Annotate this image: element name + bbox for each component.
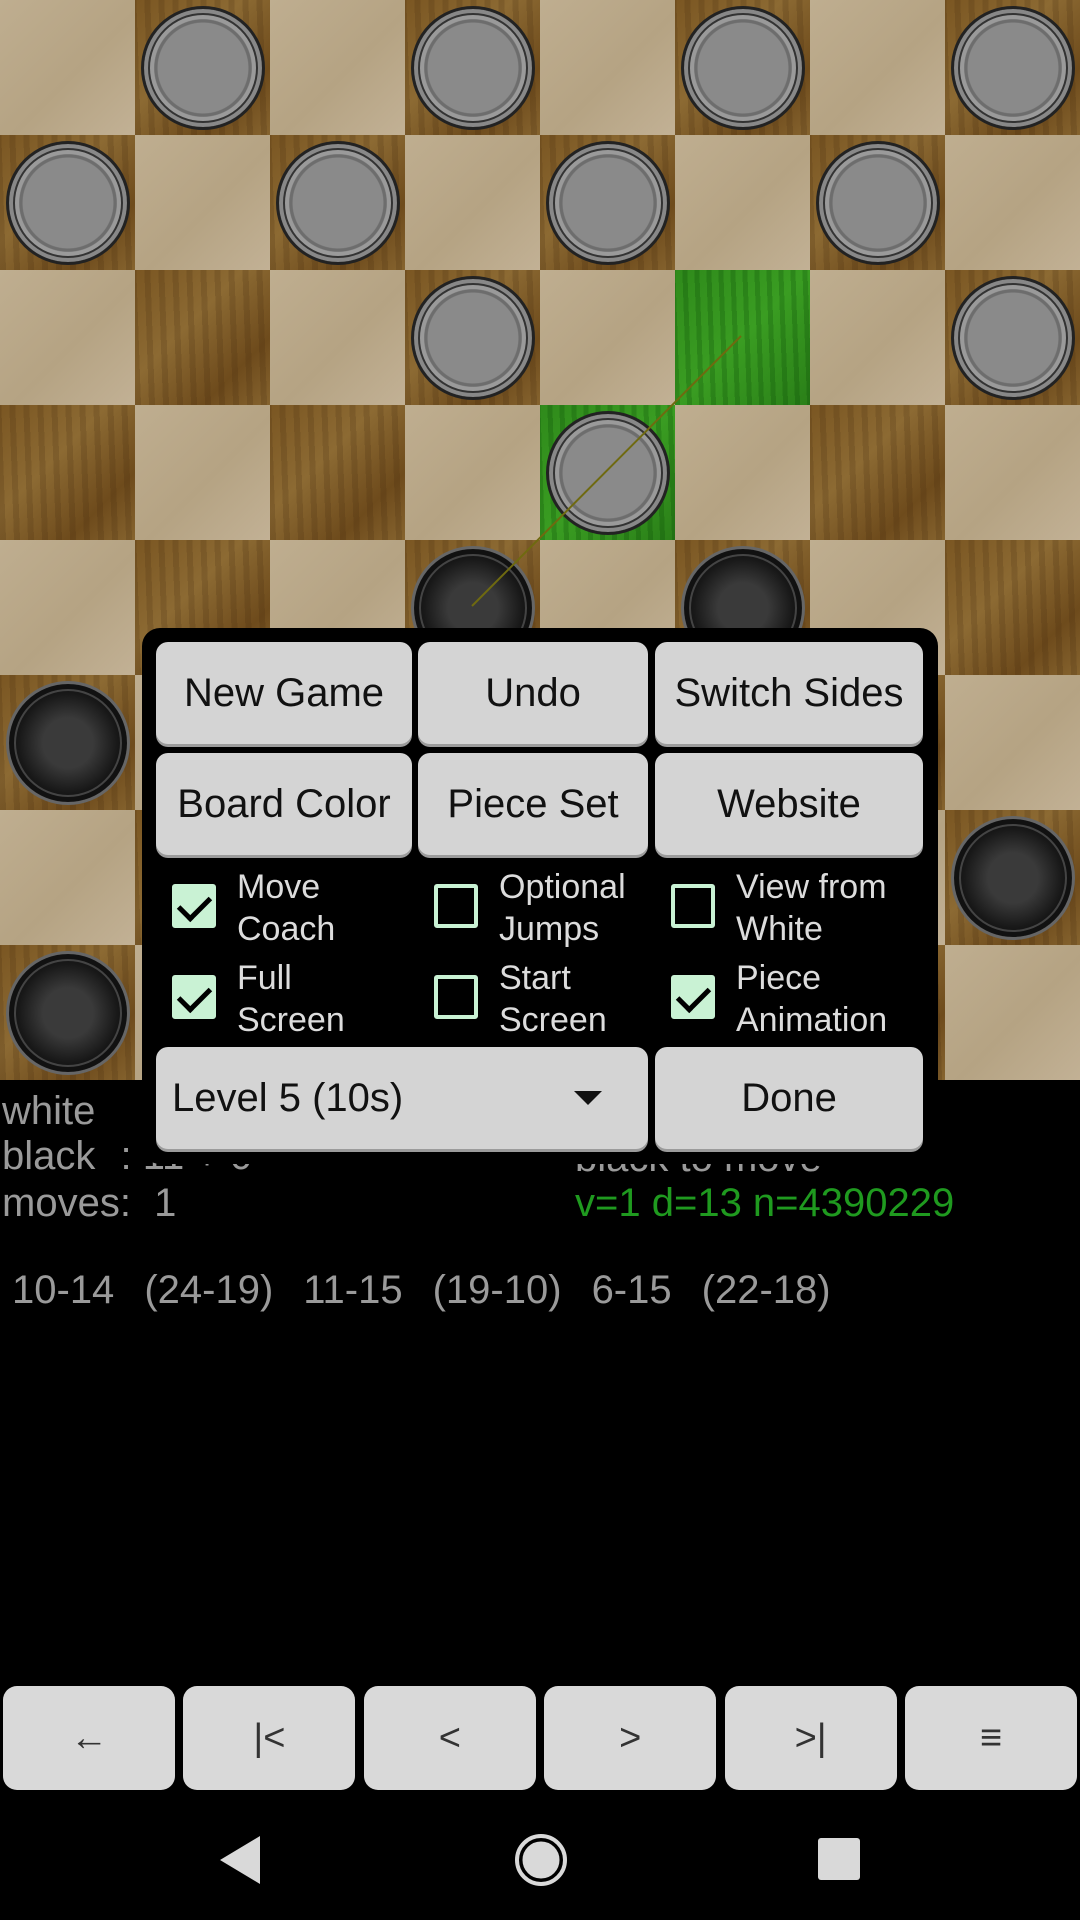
prev-move-button[interactable]: <: [363, 1686, 536, 1790]
move-entry: 10-14: [12, 1268, 115, 1312]
options-dialog: New Game Undo Switch Sides Board Color P…: [142, 628, 938, 1164]
start-screen-label: Start Screen: [499, 959, 607, 1039]
white-label: white: [2, 1089, 96, 1133]
board-square[interactable]: [810, 405, 945, 540]
switch-sides-button[interactable]: Switch Sides: [655, 642, 923, 744]
light-checker-piece[interactable]: [410, 275, 535, 400]
dropdown-arrow-icon: [574, 1091, 602, 1105]
move-entry: (22-18): [701, 1268, 831, 1312]
website-button[interactable]: Website: [655, 753, 923, 855]
board-square[interactable]: [675, 135, 810, 270]
nav-back-icon[interactable]: [210, 1830, 270, 1890]
board-square[interactable]: [135, 405, 270, 540]
board-square[interactable]: [135, 270, 270, 405]
move-entry: (19-10): [432, 1268, 562, 1312]
light-checker-piece[interactable]: [950, 5, 1075, 130]
board-square[interactable]: [0, 540, 135, 675]
board-square[interactable]: [270, 0, 405, 135]
optional-jumps-checkbox[interactable]: [434, 884, 478, 928]
move-entry: 6-15: [591, 1268, 672, 1312]
board-square[interactable]: [945, 405, 1080, 540]
level-select[interactable]: Level 5 (10s): [156, 1047, 648, 1149]
board-square[interactable]: [810, 0, 945, 135]
board-square[interactable]: [405, 135, 540, 270]
next-move-button[interactable]: >: [544, 1686, 717, 1790]
board-square[interactable]: [0, 405, 135, 540]
board-square[interactable]: [675, 270, 810, 405]
prev-move-icon: <: [438, 1716, 461, 1759]
light-checker-piece[interactable]: [950, 275, 1075, 400]
board-square[interactable]: [0, 810, 135, 945]
light-checker-piece[interactable]: [545, 140, 670, 265]
first-move-icon: |<: [253, 1716, 286, 1759]
light-checker-piece[interactable]: [410, 5, 535, 130]
engine-info: v=1 d=13 n=4390229: [575, 1181, 955, 1225]
light-checker-piece[interactable]: [815, 140, 940, 265]
done-button[interactable]: Done: [655, 1047, 923, 1149]
board-square[interactable]: [675, 405, 810, 540]
back-arrow-icon: ←: [70, 1716, 108, 1759]
board-square[interactable]: [540, 270, 675, 405]
move-list: 10-14 (24-19) 11-15 (19-10) 6-15 (22-18): [12, 1268, 861, 1313]
light-checker-piece[interactable]: [140, 5, 265, 130]
view-from-white-checkbox[interactable]: [671, 884, 715, 928]
light-checker-piece[interactable]: [5, 140, 130, 265]
level-select-value: Level 5 (10s): [172, 1075, 404, 1120]
view-from-white-label: View from White: [736, 868, 887, 948]
new-game-button[interactable]: New Game: [156, 642, 412, 744]
start-screen-checkbox[interactable]: [434, 975, 478, 1019]
board-square[interactable]: [810, 270, 945, 405]
board-square[interactable]: [270, 270, 405, 405]
next-move-icon: >: [619, 1716, 642, 1759]
move-entry: (24-19): [144, 1268, 274, 1312]
back-arrow-button[interactable]: ←: [3, 1686, 175, 1790]
board-square[interactable]: [945, 675, 1080, 810]
board-square[interactable]: [0, 270, 135, 405]
board-square[interactable]: [135, 135, 270, 270]
piece-animation-checkbox[interactable]: [671, 975, 715, 1019]
piece-set-button[interactable]: Piece Set: [418, 753, 648, 855]
dark-checker-piece[interactable]: [5, 950, 130, 1075]
first-move-button[interactable]: |<: [183, 1686, 356, 1790]
board-square[interactable]: [540, 0, 675, 135]
board-square[interactable]: [945, 540, 1080, 675]
menu-icon: ≡: [979, 1716, 1003, 1759]
undo-button[interactable]: Undo: [418, 642, 648, 744]
light-checker-piece[interactable]: [680, 5, 805, 130]
full-screen-label: Full Screen: [237, 959, 345, 1039]
board-square[interactable]: [0, 0, 135, 135]
board-square[interactable]: [270, 405, 405, 540]
board-square[interactable]: [405, 405, 540, 540]
light-checker-piece[interactable]: [275, 140, 400, 265]
last-move-button[interactable]: >|: [724, 1686, 897, 1790]
menu-button[interactable]: ≡: [905, 1686, 1077, 1790]
move-coach-label: Move Coach: [237, 868, 336, 948]
light-checker-piece[interactable]: [545, 410, 670, 535]
nav-home-icon[interactable]: [511, 1830, 571, 1890]
dark-checker-piece[interactable]: [5, 680, 130, 805]
optional-jumps-label: Optional Jumps: [499, 868, 626, 948]
full-screen-checkbox[interactable]: [172, 975, 216, 1019]
move-coach-checkbox[interactable]: [172, 884, 216, 928]
dark-checker-piece[interactable]: [950, 815, 1075, 940]
last-move-icon: >|: [794, 1716, 827, 1759]
board-square[interactable]: [945, 945, 1080, 1080]
board-square[interactable]: [945, 135, 1080, 270]
nav-recents-icon[interactable]: [812, 1832, 868, 1888]
moves-count: moves: 1: [2, 1181, 177, 1225]
board-color-button[interactable]: Board Color: [156, 753, 412, 855]
piece-animation-label: Piece Animation: [736, 959, 888, 1039]
move-entry: 11-15: [303, 1268, 403, 1312]
